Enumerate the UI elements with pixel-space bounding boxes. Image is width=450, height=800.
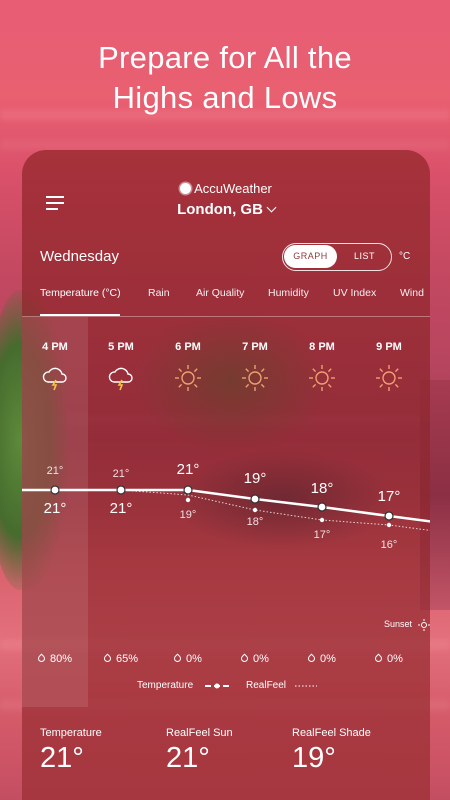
chevron-down-icon — [266, 202, 277, 213]
tab-temperature[interactable]: Temperature (°C) — [40, 287, 121, 299]
headline-line-1: Prepare for All the — [98, 40, 352, 75]
thunderstorm-icon — [108, 367, 133, 391]
realfeel-point — [185, 497, 191, 503]
sunset-icon — [418, 619, 430, 631]
realfeel-value: 21° — [112, 468, 130, 480]
temperature-point — [50, 485, 60, 495]
precip-value: 0% — [359, 653, 419, 665]
graph-toggle-button[interactable]: GRAPH — [284, 245, 337, 268]
temperature-value: 21° — [176, 461, 200, 478]
stat-value-realfeel-sun: 21° — [166, 742, 210, 774]
raindrop-icon — [306, 653, 317, 664]
sun-icon — [309, 365, 335, 391]
temperature-point — [317, 502, 327, 512]
sunset-label: Sunset — [384, 619, 413, 629]
temperature-point — [384, 511, 394, 521]
location-label: London, GB — [177, 201, 263, 218]
sun-icon — [376, 365, 402, 391]
tab-air-quality[interactable]: Air Quality — [196, 287, 244, 299]
hour-label: 8 PM — [309, 341, 335, 353]
tab-humidity[interactable]: Humidity — [268, 287, 309, 299]
hour-label: 7 PM — [242, 341, 268, 353]
unit-toggle[interactable]: °C — [399, 251, 410, 262]
sun-icon — [242, 365, 268, 391]
raindrop-icon — [239, 653, 250, 664]
stat-label-temperature: Temperature — [40, 727, 102, 739]
temperature-value: 17° — [377, 488, 401, 505]
precip-value: 0% — [225, 653, 285, 665]
temperature-value: 21° — [109, 500, 133, 517]
forecast-day: Wednesday — [40, 248, 119, 265]
raindrop-icon — [373, 653, 384, 664]
stat-value-temperature: 21° — [40, 742, 84, 774]
list-toggle-button[interactable]: LIST — [338, 245, 391, 268]
accuweather-logo-icon — [180, 183, 192, 194]
weather-card: AccuWeather London, GB Wednesday GRAPH L… — [22, 150, 430, 800]
realfeel-value: 19° — [179, 509, 197, 521]
view-toggle: GRAPH LIST — [282, 243, 392, 271]
realfeel-value: 18° — [246, 516, 264, 528]
hour-label: 9 PM — [376, 341, 402, 353]
legend-realfeel-swatch — [295, 685, 317, 687]
location-selector[interactable]: London, GB — [22, 201, 430, 218]
temperature-value: 18° — [310, 480, 334, 497]
hour-label: 4 PM — [42, 341, 68, 353]
temperature-value: 19° — [243, 470, 267, 487]
legend-temperature: Temperature — [137, 680, 194, 691]
realfeel-point — [319, 517, 325, 523]
realfeel-value: 17° — [313, 529, 331, 541]
thunderstorm-icon — [42, 367, 67, 391]
stat-value-realfeel-shade: 19° — [292, 742, 336, 774]
realfeel-value: 21° — [46, 465, 64, 477]
temperature-point — [116, 485, 126, 495]
legend-temperature-swatch — [205, 683, 229, 689]
tab-rain[interactable]: Rain — [148, 287, 170, 299]
legend-realfeel: RealFeel — [246, 680, 287, 691]
metric-tabs: Temperature (°C) Rain Air Quality Humidi… — [22, 287, 430, 317]
promo-headline: Prepare for All the Highs and Lows — [0, 38, 450, 118]
raindrop-icon — [102, 653, 113, 664]
precip-value: 0% — [158, 653, 218, 665]
sun-icon — [175, 365, 201, 391]
raindrop-icon — [36, 653, 47, 664]
precip-value: 65% — [91, 653, 151, 665]
realfeel-point — [252, 507, 258, 513]
tab-wind[interactable]: Wind — [400, 287, 424, 299]
temperature-value: 21° — [43, 500, 67, 517]
tab-uv-index[interactable]: UV Index — [333, 287, 376, 299]
headline-line-2: Highs and Lows — [112, 80, 338, 115]
hour-label: 5 PM — [108, 341, 134, 353]
realfeel-point — [386, 522, 392, 528]
temperature-point — [183, 485, 193, 495]
stat-label-realfeel-sun: RealFeel Sun — [166, 727, 233, 739]
stat-label-realfeel-shade: RealFeel Shade — [292, 727, 371, 739]
raindrop-icon — [172, 653, 183, 664]
brand-label: AccuWeather — [194, 181, 272, 196]
temperature-point — [250, 494, 260, 504]
realfeel-value: 16° — [380, 539, 398, 551]
precip-value: 80% — [25, 653, 85, 665]
active-tab-indicator — [40, 314, 120, 316]
app-brand: AccuWeather — [22, 181, 430, 196]
precip-value: 0% — [292, 653, 352, 665]
hour-label: 6 PM — [175, 341, 201, 353]
